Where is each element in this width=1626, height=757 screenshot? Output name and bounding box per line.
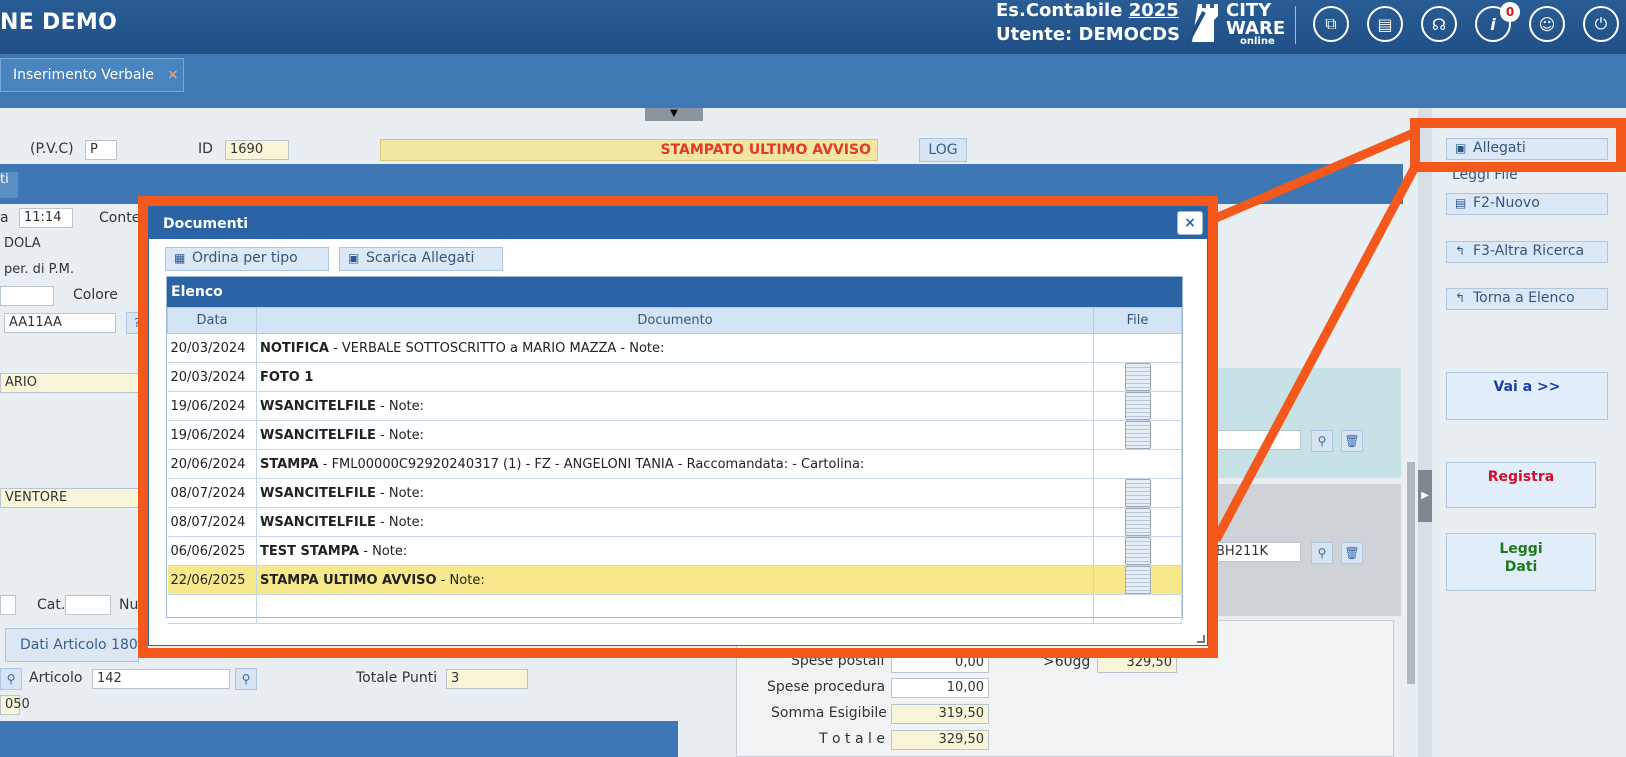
cell-data: 19/06/2024 <box>167 420 257 450</box>
empty-cell <box>256 594 1095 624</box>
doc-type: WSANCITELFILE <box>259 427 376 443</box>
cell-file <box>1093 507 1182 537</box>
doc-type: NOTIFICA <box>259 340 329 356</box>
doc-description: - Note: <box>375 427 425 443</box>
table-row[interactable]: 19/06/2024 WSANCITELFILE - Note: <box>167 420 1182 450</box>
cell-data: 20/03/2024 <box>167 362 257 392</box>
doc-description: - FML00000C92920240317 (1) - FZ - ANGELO… <box>318 456 865 472</box>
table-row[interactable]: 08/07/2024 WSANCITELFILE - Note: <box>167 507 1182 537</box>
doc-description: - Note: <box>375 398 425 414</box>
file-icon[interactable] <box>1124 479 1151 507</box>
file-icon[interactable] <box>1124 392 1151 420</box>
cell-documento: STAMPA ULTIMO AVVISO - Note: <box>256 565 1095 595</box>
cell-data: 08/07/2024 <box>167 507 257 537</box>
cell-file <box>1093 362 1182 392</box>
doc-type: WSANCITELFILE <box>259 514 376 530</box>
doc-type: TEST STAMPA <box>259 543 360 559</box>
doc-type: WSANCITELFILE <box>259 485 376 501</box>
doc-description: - Note: <box>436 572 485 588</box>
cell-documento: WSANCITELFILE - Note: <box>256 420 1095 450</box>
cell-file <box>1093 420 1182 450</box>
cell-file <box>1093 565 1182 595</box>
table-row[interactable]: 20/06/2024 STAMPA - FML00000C92920240317 … <box>167 449 1182 479</box>
empty-cell <box>167 594 257 624</box>
doc-description: - Note: <box>359 543 408 559</box>
column-header-documento[interactable]: Documento <box>255 307 1095 334</box>
doc-description: - Note: <box>375 514 425 530</box>
file-icon[interactable] <box>1124 566 1151 594</box>
cell-data: 20/06/2024 <box>167 449 257 479</box>
cell-documento: FOTO 1 <box>256 362 1095 392</box>
table-row[interactable]: 08/07/2024 WSANCITELFILE - Note: <box>167 478 1182 508</box>
cell-file <box>1093 449 1182 479</box>
doc-type: STAMPA ULTIMO AVVISO <box>259 572 437 588</box>
doc-description: - VERBALE SOTTOSCRITTO a MARIO MAZZA - N… <box>328 340 665 356</box>
column-header-data[interactable]: Data <box>167 307 257 334</box>
cell-documento: WSANCITELFILE - Note: <box>256 391 1095 421</box>
cell-file <box>1093 391 1182 421</box>
table-row[interactable]: 20/03/2024 FOTO 1 <box>167 362 1182 392</box>
cell-documento: TEST STAMPA - Note: <box>256 536 1095 566</box>
documenti-dialog: Documenti × ▦ Ordina per tipo ▣ Scarica … <box>148 206 1208 646</box>
cell-data: 22/06/2025 <box>167 565 257 595</box>
file-icon[interactable] <box>1124 508 1151 536</box>
cell-data: 19/06/2024 <box>167 391 257 421</box>
file-icon[interactable] <box>1124 363 1151 391</box>
resize-handle[interactable] <box>1197 635 1205 643</box>
file-icon[interactable] <box>1124 537 1151 565</box>
doc-type: WSANCITELFILE <box>259 398 376 414</box>
dialog-title: Documenti <box>149 207 1207 239</box>
cell-data: 08/07/2024 <box>167 478 257 508</box>
table-row[interactable]: 20/03/2024 NOTIFICA - VERBALE SOTTOSCRITT… <box>167 333 1182 363</box>
documents-table: Data Documento File 20/03/2024 NOTIFICA -… <box>167 307 1182 624</box>
table-row[interactable]: 22/06/2025 STAMPA ULTIMO AVVISO - Note: <box>167 565 1182 595</box>
doc-type: FOTO 1 <box>259 369 314 385</box>
cell-documento: WSANCITELFILE - Note: <box>256 478 1095 508</box>
close-icon[interactable]: × <box>1177 211 1203 235</box>
download-file-icon: ▣ <box>348 251 360 265</box>
doc-type: STAMPA <box>259 456 319 472</box>
file-icon[interactable] <box>1124 421 1151 449</box>
documents-grid: Elenco Data Documento File 20/03/2024 NOT… <box>166 276 1183 624</box>
empty-cell <box>1093 594 1182 624</box>
cell-file <box>1093 536 1182 566</box>
table-row[interactable]: 06/06/2025 TEST STAMPA - Note: <box>167 536 1182 566</box>
empty-row <box>167 594 1182 624</box>
grid-caption: Elenco <box>167 277 1182 307</box>
highlight-frame-allegati <box>1410 118 1626 172</box>
table-row[interactable]: 19/06/2024 WSANCITELFILE - Note: <box>167 391 1182 421</box>
cell-data: 20/03/2024 <box>167 333 257 363</box>
ordina-per-tipo-button[interactable]: ▦ Ordina per tipo <box>165 247 329 271</box>
cell-documento: STAMPA - FML00000C92920240317 (1) - FZ -… <box>256 449 1095 479</box>
cell-documento: WSANCITELFILE - Note: <box>256 507 1095 537</box>
ordina-label: Ordina per tipo <box>192 250 298 266</box>
cell-data: 06/06/2025 <box>167 536 257 566</box>
cell-documento: NOTIFICA - VERBALE SOTTOSCRITTO a MARIO … <box>256 333 1095 363</box>
scarica-label: Scarica Allegati <box>366 250 475 266</box>
column-header-file[interactable]: File <box>1093 307 1182 334</box>
cell-file <box>1093 333 1182 363</box>
cell-file <box>1093 478 1182 508</box>
doc-description: - Note: <box>375 485 425 501</box>
scarica-allegati-button[interactable]: ▣ Scarica Allegati <box>339 247 503 271</box>
calendar-icon: ▦ <box>174 251 186 265</box>
